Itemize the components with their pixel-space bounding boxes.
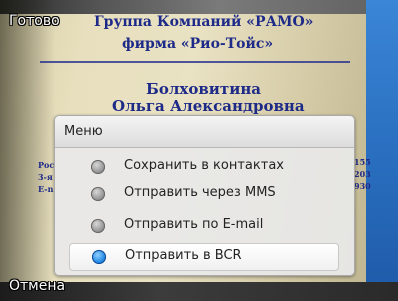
done-softkey[interactable]: Готово [9, 13, 60, 29]
radio-off-icon [91, 160, 105, 174]
card-fragment-left: E-n [38, 184, 54, 194]
card-company-line: Группа Компаний «РАМО» [94, 14, 314, 30]
card-fragment-right: 930 [354, 181, 371, 191]
menu-item-send-email[interactable]: Отправить по E-mail [69, 212, 337, 240]
card-fragment-left: Рос [38, 160, 55, 170]
menu-header: Меню [55, 116, 354, 148]
card-fragment-right: 155 [354, 157, 371, 167]
menu-item-send-mms[interactable]: Отправить через MMS [69, 180, 337, 208]
menu-item-label: Отправить по E-mail [124, 217, 264, 232]
card-firm-line: фирма «Рио-Тойс» [122, 36, 274, 52]
card-fragment-left: 3-я [38, 172, 53, 182]
radio-off-icon [91, 187, 105, 201]
menu-item-label: Отправить в BCR [125, 248, 242, 263]
card-divider [40, 61, 350, 63]
menu-item-label: Сохранить в контактах [124, 158, 284, 173]
card-fragment-right: 203 [354, 169, 371, 179]
menu-popup: Меню Сохранить в контактах Отправить чер… [54, 115, 355, 276]
radio-off-icon [91, 219, 105, 233]
menu-item-save-contacts[interactable]: Сохранить в контактах [69, 153, 337, 181]
cancel-softkey[interactable]: Отмена [9, 278, 65, 294]
viewfinder-top-edge [0, 0, 398, 14]
viewfinder-right-edge [366, 0, 398, 301]
viewfinder-left-shadow [0, 0, 55, 301]
card-surname-line: Болховитина [146, 80, 262, 98]
radio-on-icon [92, 250, 106, 264]
menu-title: Меню [64, 124, 103, 139]
menu-item-send-bcr[interactable]: Отправить в BCR [69, 243, 339, 271]
menu-item-label: Отправить через MMS [124, 185, 276, 200]
card-name-line: Ольга Александровна [112, 97, 305, 115]
